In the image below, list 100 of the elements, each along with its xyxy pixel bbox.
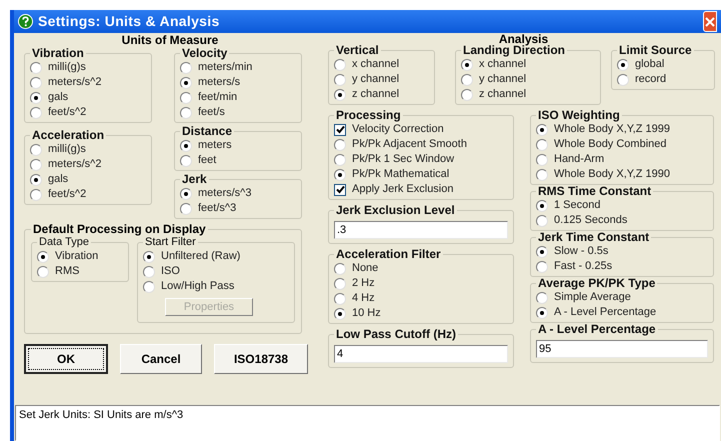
radio-button[interactable] <box>536 200 548 212</box>
radio-button[interactable] <box>334 74 346 86</box>
radio-button[interactable] <box>461 74 473 86</box>
radio-button[interactable] <box>536 214 548 226</box>
radio-button[interactable] <box>180 62 192 74</box>
radio-button[interactable] <box>536 168 548 180</box>
option-label: Apply Jerk Exclusion <box>352 183 454 196</box>
window-title: Settings: Units & Analysis <box>38 12 221 31</box>
radio-button[interactable] <box>30 188 42 200</box>
group-title: Distance <box>181 125 234 138</box>
radio-button[interactable] <box>143 266 155 278</box>
radio-button[interactable] <box>334 278 346 290</box>
option-label: Fast - 0.25s <box>554 260 612 273</box>
group-title: Jerk Time Constant <box>537 231 650 244</box>
option-label: Pk/Pk 1 Sec Window <box>352 153 454 166</box>
close-button[interactable] <box>703 11 717 32</box>
option-label: gals <box>48 173 68 186</box>
radio-button[interactable] <box>37 266 49 278</box>
radio-button[interactable] <box>461 58 473 70</box>
group-title: Acceleration <box>31 129 106 142</box>
radio-button[interactable] <box>180 202 192 214</box>
radio-button[interactable] <box>180 106 192 118</box>
radio-button[interactable] <box>334 154 346 166</box>
option-label: x channel <box>352 58 400 71</box>
radio-button[interactable] <box>536 306 548 318</box>
option-label: global <box>635 58 664 71</box>
input-field[interactable]: 4 <box>334 345 508 363</box>
radio-button[interactable] <box>30 106 42 118</box>
radio-button[interactable] <box>180 188 192 200</box>
dialog-button[interactable]: OK <box>24 344 108 374</box>
radio-button[interactable] <box>180 92 192 104</box>
option-label: ISO <box>161 265 180 278</box>
radio-button[interactable] <box>461 88 473 100</box>
option-label: feet/s^2 <box>48 106 86 119</box>
group-title: RMS Time Constant <box>537 185 652 198</box>
radio-button[interactable] <box>30 174 42 186</box>
radio-button[interactable] <box>30 92 42 104</box>
option-label: meters <box>198 139 232 152</box>
radio-button[interactable] <box>334 292 346 304</box>
radio-button[interactable] <box>536 154 548 166</box>
group-title: A - Level Percentage <box>537 323 657 336</box>
radio-button[interactable] <box>30 144 42 156</box>
radio-button[interactable] <box>334 58 346 70</box>
radio-button[interactable] <box>180 76 192 88</box>
group-title: Default Processing on Display <box>32 223 207 236</box>
radio-button[interactable] <box>37 250 49 262</box>
option-label: feet <box>198 154 216 167</box>
option-label: milli(g)s <box>48 61 86 74</box>
group-title: Start Filter <box>144 236 197 249</box>
radio-button[interactable] <box>143 280 155 292</box>
option-label: Whole Body Combined <box>554 138 667 151</box>
radio-button[interactable] <box>30 62 42 74</box>
option-label: y channel <box>352 73 400 86</box>
option-label: Pk/Pk Adjacent Smooth <box>352 138 467 151</box>
radio-button[interactable] <box>30 76 42 88</box>
radio-button[interactable] <box>30 158 42 170</box>
radio-button[interactable] <box>536 246 548 258</box>
input-field[interactable]: .3 <box>334 221 508 239</box>
radio-button[interactable] <box>334 308 346 320</box>
option-label: z channel <box>352 88 400 101</box>
option-label: y channel <box>479 73 526 86</box>
option-label: meters/s^2 <box>48 76 102 89</box>
dialog-button[interactable]: Cancel <box>120 344 202 374</box>
radio-button[interactable] <box>334 262 346 274</box>
radio-button[interactable] <box>143 250 155 262</box>
radio-button[interactable] <box>180 140 192 152</box>
radio-button[interactable] <box>617 74 629 86</box>
option-label: Simple Average <box>554 291 631 304</box>
checkbox[interactable] <box>334 124 346 136</box>
dialog-button[interactable]: ISO18738 <box>214 344 308 374</box>
radio-button[interactable] <box>536 138 548 150</box>
group-title: ISO Weighting <box>537 109 621 122</box>
option-label: Pk/Pk Mathematical <box>352 168 450 181</box>
option-label: feet/s <box>198 106 225 119</box>
group-title: Low Pass Cutoff (Hz) <box>335 328 457 341</box>
group-title: Vibration <box>31 47 85 60</box>
radio-button[interactable] <box>536 260 548 272</box>
radio-button[interactable] <box>334 168 346 180</box>
option-label: Whole Body X,Y,Z 1999 <box>554 123 670 136</box>
radio-button[interactable] <box>617 58 629 70</box>
option-label: meters/s <box>198 76 240 89</box>
radio-button[interactable] <box>180 154 192 166</box>
option-label: Slow - 0.5s <box>554 245 608 258</box>
radio-button[interactable] <box>334 138 346 150</box>
option-label: 1 Second <box>554 199 600 212</box>
option-label: meters/min <box>198 61 252 74</box>
option-label: z channel <box>479 88 526 101</box>
group-title: Jerk Exclusion Level <box>335 204 456 217</box>
group-title: Landing Direction <box>462 44 566 57</box>
option-label: A - Level Percentage <box>554 306 656 319</box>
radio-button[interactable] <box>536 124 548 136</box>
option-label: feet/s^2 <box>48 188 86 201</box>
radio-button[interactable] <box>536 292 548 304</box>
radio-button[interactable] <box>334 88 346 100</box>
option-label: x channel <box>479 58 526 71</box>
group-title: Acceleration Filter <box>335 248 442 261</box>
checkbox[interactable] <box>334 184 346 196</box>
option-label: Unfiltered (Raw) <box>161 250 240 263</box>
input-field[interactable]: 95 <box>536 340 708 358</box>
group-title: Limit Source <box>618 44 693 57</box>
